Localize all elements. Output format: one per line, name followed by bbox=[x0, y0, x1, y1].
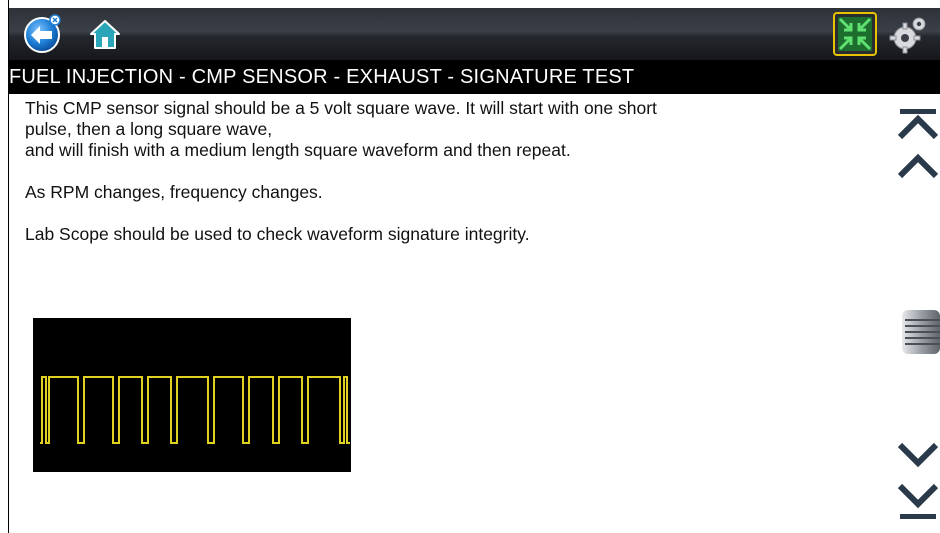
description-line: As RPM changes, frequency changes. bbox=[25, 182, 323, 202]
page-title: FUEL INJECTION - CMP SENSOR - EXHAUST - … bbox=[9, 61, 940, 94]
scroll-to-bottom-icon bbox=[897, 483, 939, 519]
scroll-thumb[interactable] bbox=[896, 308, 940, 356]
scroll-down-button[interactable] bbox=[896, 437, 940, 473]
square-wave-trace bbox=[40, 376, 350, 444]
app-window: FUEL INJECTION - CMP SENSOR - EXHAUST - … bbox=[0, 0, 940, 533]
description-text: This CMP sensor signal should be a 5 vol… bbox=[25, 98, 880, 245]
scroll-up-icon bbox=[897, 153, 939, 179]
collapse-arrows-icon bbox=[838, 17, 872, 51]
back-button[interactable] bbox=[21, 12, 65, 56]
description-line: Lab Scope should be used to check wavefo… bbox=[25, 224, 530, 244]
description-line: and will finish with a medium length squ… bbox=[25, 140, 571, 160]
home-icon bbox=[90, 20, 120, 49]
settings-button[interactable] bbox=[887, 12, 931, 56]
home-button[interactable] bbox=[83, 12, 127, 56]
scroll-down-icon bbox=[897, 442, 939, 468]
scroll-to-top-button[interactable] bbox=[896, 107, 940, 143]
waveform-image bbox=[33, 318, 351, 472]
back-arrow-icon bbox=[24, 14, 61, 53]
gear-settings-icon bbox=[889, 17, 926, 54]
top-toolbar bbox=[9, 8, 940, 61]
fullscreen-toggle-button[interactable] bbox=[833, 12, 877, 56]
scroll-up-button[interactable] bbox=[896, 148, 940, 184]
scroll-to-top-icon bbox=[897, 109, 939, 140]
description-line: pulse, then a long square wave, bbox=[25, 119, 273, 139]
description-line: This CMP sensor signal should be a 5 vol… bbox=[25, 98, 657, 118]
scroll-thumb-icon bbox=[902, 310, 940, 354]
scroll-to-bottom-button[interactable] bbox=[896, 480, 940, 526]
